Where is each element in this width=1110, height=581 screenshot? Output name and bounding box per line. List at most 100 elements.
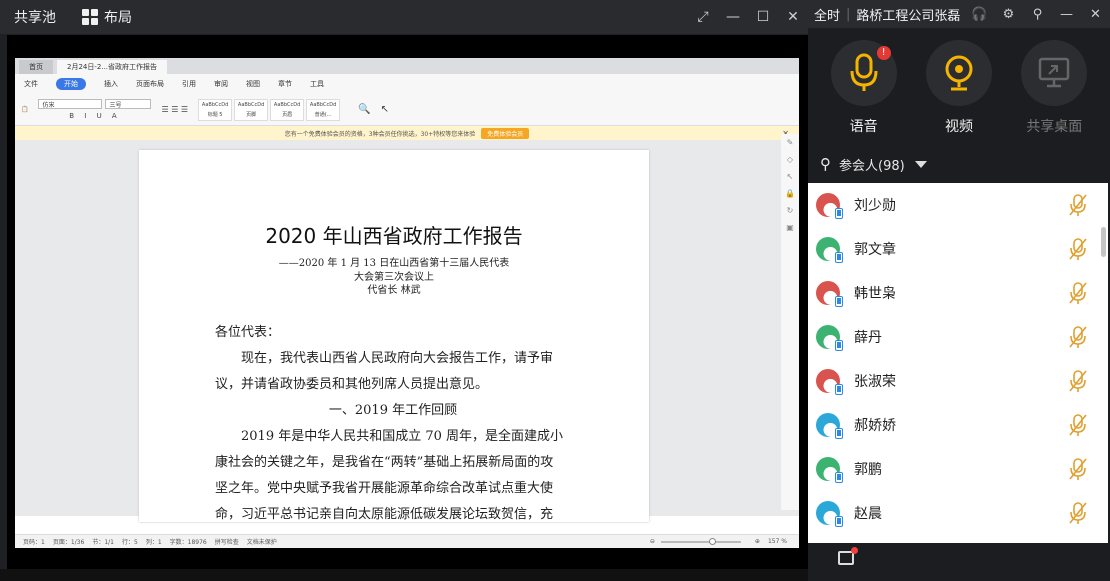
phone-icon: [835, 340, 843, 351]
maximize-icon[interactable]: ☐: [748, 9, 778, 25]
doc-side-tools: ✎ ◇ ↖ 🔒 ↻ ▣: [781, 134, 799, 510]
avatar: [816, 237, 843, 263]
phone-icon: [835, 208, 843, 219]
participant-row[interactable]: 郭鹏: [808, 447, 1108, 491]
link-icon[interactable]: ⚲: [1023, 7, 1052, 22]
free-trial-button[interactable]: 免费体验会员: [481, 127, 530, 139]
paragraph-controls[interactable]: ☰ ☰ ☰: [161, 105, 188, 114]
style-header[interactable]: AaBbCcDd 页眉: [270, 98, 305, 121]
participant-name: 刘少勋: [854, 198, 896, 214]
phone-icon: [835, 428, 843, 439]
expand-icon[interactable]: ⤢: [688, 9, 718, 25]
paste-button[interactable]: 📋: [21, 106, 28, 113]
participant-row[interactable]: 郭文章: [808, 227, 1108, 271]
history-icon[interactable]: ↻: [787, 206, 794, 215]
phone-icon: [835, 384, 843, 395]
mic-muted-icon[interactable]: [1068, 369, 1088, 393]
style-footer[interactable]: AaBbCcDd 页脚: [234, 98, 269, 121]
minimize-icon[interactable]: —: [1052, 7, 1081, 22]
participant-row[interactable]: 薛丹: [808, 315, 1108, 359]
status-col: 列：1: [145, 539, 162, 546]
menu-file[interactable]: 文件: [24, 79, 38, 89]
doc-tab-bar: 首页 2月24日-2...省政府工作报告: [15, 58, 799, 74]
mic-muted-icon[interactable]: [1068, 281, 1088, 305]
participant-row[interactable]: 韩世枭: [808, 271, 1108, 315]
menu-view[interactable]: 视图: [246, 79, 260, 89]
menu-layout[interactable]: 页面布局: [136, 79, 164, 89]
chevron-down-icon[interactable]: [914, 160, 927, 168]
phone-icon: [835, 252, 843, 263]
menu-tools[interactable]: 工具: [310, 79, 324, 89]
style-heading5[interactable]: AaBbCcDd 标题 5: [198, 98, 233, 121]
style-normal[interactable]: AaBbCcDd 普通(...: [306, 98, 341, 121]
alert-badge-icon: !: [876, 46, 891, 60]
share-pool-button[interactable]: 共享池: [14, 7, 56, 27]
zoom-out-icon[interactable]: ⊖: [650, 538, 655, 545]
participant-name: 薛丹: [854, 330, 882, 346]
para-2c: 坚之年。党中央赋予我省开展能源革命综合改革试点重大使: [215, 481, 554, 496]
tab-home[interactable]: 首页: [19, 60, 53, 74]
headset-icon[interactable]: 🎧: [965, 7, 994, 22]
doc-title: 2020 年山西省政府工作报告: [265, 224, 523, 248]
pen-icon[interactable]: ✎: [787, 138, 794, 147]
style-label: 标题 5: [207, 111, 223, 118]
mic-muted-icon[interactable]: [1068, 237, 1088, 261]
participant-row[interactable]: 刘少勋: [808, 183, 1108, 227]
participant-row[interactable]: 张淑荣: [808, 359, 1108, 403]
lock-icon[interactable]: 🔒: [785, 189, 795, 198]
find-icon[interactable]: 🔍: [358, 104, 370, 115]
participant-row[interactable]: 赵晨: [808, 491, 1108, 535]
para-2a: 2019 年是中华人民共和国成立 70 周年，是全面建成小: [241, 429, 564, 444]
grid-layout-icon: [82, 9, 98, 25]
image-icon[interactable]: ▣: [786, 223, 794, 232]
monitor-icon: [1039, 57, 1070, 88]
menu-insert[interactable]: 插入: [104, 79, 118, 89]
video-label: 视频: [944, 119, 973, 135]
layout-button[interactable]: 布局: [82, 7, 132, 27]
mic-muted-icon[interactable]: [1068, 325, 1088, 349]
mic-muted-icon[interactable]: [1068, 457, 1088, 481]
media-controls: ! 语音 视频 共享桌面: [808, 28, 1110, 148]
avatar: [816, 501, 843, 527]
tab-document[interactable]: 2月24日-2...省政府工作报告: [57, 60, 168, 74]
search-icon[interactable]: ⚲: [820, 155, 831, 173]
close-icon[interactable]: ✕: [778, 9, 808, 25]
menu-section[interactable]: 章节: [278, 79, 292, 89]
share-desktop-button[interactable]: 共享桌面: [1011, 40, 1097, 148]
notice-text: 您有一个免费体验会员的资格，3种会员任你挑选，30+特权等您来体验: [284, 130, 476, 138]
close-icon[interactable]: ✕: [1081, 7, 1110, 22]
status-spell[interactable]: 拼写检查: [215, 537, 239, 546]
style-label: 页眉: [282, 111, 293, 118]
doc-page[interactable]: 2020 年山西省政府工作报告 ——2020 年 1 月 13 日在山西省第十三…: [139, 150, 649, 522]
mic-muted-icon[interactable]: [1068, 501, 1088, 525]
mic-muted-icon[interactable]: [1068, 413, 1088, 437]
mic-muted-icon[interactable]: [1068, 193, 1088, 217]
zoom-slider[interactable]: [660, 537, 741, 545]
status-pages: 页面：1/36: [52, 539, 85, 546]
menu-reference[interactable]: 引用: [182, 79, 196, 89]
minimize-icon[interactable]: —: [718, 9, 748, 25]
zoom-in-icon[interactable]: ⊕: [755, 538, 760, 545]
zoom-control: ⊖ ⊕ 157 %: [642, 537, 787, 545]
participant-row[interactable]: 郝娇娇: [808, 403, 1108, 447]
cursor-icon[interactable]: ↖: [787, 172, 794, 181]
para-greeting: 各位代表：: [215, 325, 281, 340]
menu-review[interactable]: 审阅: [214, 79, 228, 89]
select-icon[interactable]: ↖: [381, 104, 389, 115]
font-name-select[interactable]: 仿宋: [38, 99, 103, 109]
window-controls: ⤢ — ☐ ✕: [688, 0, 808, 34]
font-format-icons[interactable]: B I U A: [69, 112, 120, 120]
video-button[interactable]: 视频: [916, 40, 1002, 148]
microphone-icon: [850, 53, 878, 91]
chat-icon[interactable]: [838, 547, 858, 565]
status-words: 字数：18976: [169, 539, 207, 546]
audio-button[interactable]: ! 语音: [821, 40, 907, 148]
participants-header[interactable]: ⚲ 参会人(98): [808, 148, 1110, 180]
font-size-select[interactable]: 三号: [105, 99, 152, 109]
shape-icon[interactable]: ◇: [787, 155, 793, 164]
status-protect[interactable]: 文档未保护: [247, 537, 277, 546]
audio-circle: !: [830, 40, 897, 106]
gear-icon[interactable]: ⚙: [994, 7, 1023, 22]
phone-icon: [835, 472, 843, 483]
menu-start[interactable]: 开始: [56, 78, 86, 90]
